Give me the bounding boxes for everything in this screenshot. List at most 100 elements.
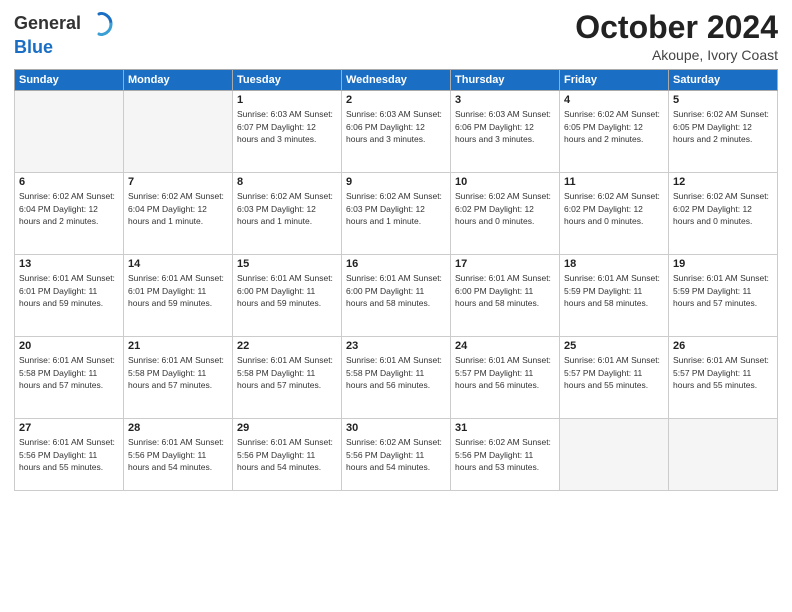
day-info: Sunrise: 6:01 AM Sunset: 5:59 PM Dayligh… [673,272,773,309]
day-number: 20 [19,340,119,352]
table-row: 20Sunrise: 6:01 AM Sunset: 5:58 PM Dayli… [15,337,124,419]
day-number: 13 [19,258,119,270]
table-row [15,91,124,173]
table-row: 25 Sunrise: 6:01 AM Sunset: 5:57 PM Dayli… [560,337,669,419]
header: General Blue October 2024 Akoupe, Ivory … [14,10,778,63]
day-info: Sunrise: 6:02 AM Sunset: 6:04 PM Dayligh… [128,190,228,227]
table-row: 8Sunrise: 6:02 AM Sunset: 6:03 PM Daylig… [233,173,342,255]
table-row: 2 Sunrise: 6:03 AM Sunset: 6:06 PM Daylig… [342,91,451,173]
table-row: 4 Sunrise: 6:02 AM Sunset: 6:05 PM Daylig… [560,91,669,173]
page: General Blue October 2024 Akoupe, Ivory … [0,0,792,612]
month-title: October 2024 [575,10,778,45]
day-info: Sunrise: 6:03 AM Sunset: 6:06 PM Dayligh… [455,108,555,145]
table-row: 19 Sunrise: 6:01 AM Sunset: 5:59 PM Dayli… [669,255,778,337]
day-info: Sunrise: 6:01 AM Sunset: 5:58 PM Dayligh… [128,354,228,391]
day-number: 12 [673,176,773,188]
logo-icon [85,10,113,38]
table-row: 23 Sunrise: 6:01 AM Sunset: 5:58 PM Dayli… [342,337,451,419]
table-row [124,91,233,173]
day-info: Sunrise: 6:01 AM Sunset: 5:56 PM Dayligh… [128,436,228,473]
day-info: Sunrise: 6:02 AM Sunset: 6:03 PM Dayligh… [346,190,446,227]
day-number: 9 [346,176,446,188]
day-info: Sunrise: 6:01 AM Sunset: 6:01 PM Dayligh… [19,272,119,309]
table-row: 18 Sunrise: 6:01 AM Sunset: 5:59 PM Dayli… [560,255,669,337]
day-number: 8 [237,176,337,188]
day-info: Sunrise: 6:01 AM Sunset: 5:57 PM Dayligh… [564,354,664,391]
header-monday: Monday [124,70,233,91]
table-row: 3 Sunrise: 6:03 AM Sunset: 6:06 PM Daylig… [451,91,560,173]
header-friday: Friday [560,70,669,91]
table-row: 14Sunrise: 6:01 AM Sunset: 6:01 PM Dayli… [124,255,233,337]
table-row [669,419,778,491]
day-info: Sunrise: 6:03 AM Sunset: 6:06 PM Dayligh… [346,108,446,145]
day-number: 3 [455,94,555,106]
table-row: 27 Sunrise: 6:01 AM Sunset: 5:56 PM Dayli… [15,419,124,491]
table-row: 29 Sunrise: 6:01 AM Sunset: 5:56 PM Dayli… [233,419,342,491]
header-tuesday: Tuesday [233,70,342,91]
day-number: 4 [564,94,664,106]
table-row: 26Sunrise: 6:01 AM Sunset: 5:57 PM Dayli… [669,337,778,419]
location-subtitle: Akoupe, Ivory Coast [575,47,778,63]
day-info: Sunrise: 6:01 AM Sunset: 5:57 PM Dayligh… [455,354,555,391]
table-row: 13 Sunrise: 6:01 AM Sunset: 6:01 PM Dayli… [15,255,124,337]
day-number: 28 [128,422,228,434]
day-number: 27 [19,422,119,434]
day-number: 22 [237,340,337,352]
day-number: 18 [564,258,664,270]
table-row: 9 Sunrise: 6:02 AM Sunset: 6:03 PM Daylig… [342,173,451,255]
table-row: 17Sunrise: 6:01 AM Sunset: 6:00 PM Dayli… [451,255,560,337]
table-row: 16 Sunrise: 6:01 AM Sunset: 6:00 PM Dayli… [342,255,451,337]
day-info: Sunrise: 6:01 AM Sunset: 5:58 PM Dayligh… [346,354,446,391]
day-info: Sunrise: 6:02 AM Sunset: 6:02 PM Dayligh… [564,190,664,227]
day-info: Sunrise: 6:01 AM Sunset: 5:58 PM Dayligh… [237,354,337,391]
table-row: 5 Sunrise: 6:02 AM Sunset: 6:05 PM Daylig… [669,91,778,173]
table-row: 24 Sunrise: 6:01 AM Sunset: 5:57 PM Dayli… [451,337,560,419]
day-number: 6 [19,176,119,188]
weekday-header-row: Sunday Monday Tuesday Wednesday Thursday… [15,70,778,91]
day-number: 30 [346,422,446,434]
day-number: 31 [455,422,555,434]
day-number: 25 [564,340,664,352]
day-info: Sunrise: 6:03 AM Sunset: 6:07 PM Dayligh… [237,108,337,145]
day-info: Sunrise: 6:02 AM Sunset: 6:02 PM Dayligh… [673,190,773,227]
day-info: Sunrise: 6:02 AM Sunset: 6:05 PM Dayligh… [564,108,664,145]
logo-general: General [14,14,81,34]
table-row: 7 Sunrise: 6:02 AM Sunset: 6:04 PM Daylig… [124,173,233,255]
table-row: 12 Sunrise: 6:02 AM Sunset: 6:02 PM Dayli… [669,173,778,255]
day-info: Sunrise: 6:01 AM Sunset: 6:00 PM Dayligh… [346,272,446,309]
day-number: 23 [346,340,446,352]
day-info: Sunrise: 6:01 AM Sunset: 5:56 PM Dayligh… [19,436,119,473]
day-info: Sunrise: 6:01 AM Sunset: 6:00 PM Dayligh… [237,272,337,309]
logo-blue: Blue [14,37,53,57]
day-info: Sunrise: 6:01 AM Sunset: 5:56 PM Dayligh… [237,436,337,473]
day-number: 7 [128,176,228,188]
day-number: 15 [237,258,337,270]
table-row: 21 Sunrise: 6:01 AM Sunset: 5:58 PM Dayli… [124,337,233,419]
day-number: 2 [346,94,446,106]
day-number: 11 [564,176,664,188]
table-row: 6Sunrise: 6:02 AM Sunset: 6:04 PM Daylig… [15,173,124,255]
header-thursday: Thursday [451,70,560,91]
day-number: 5 [673,94,773,106]
day-number: 17 [455,258,555,270]
day-info: Sunrise: 6:01 AM Sunset: 6:01 PM Dayligh… [128,272,228,309]
header-wednesday: Wednesday [342,70,451,91]
logo: General Blue [14,10,113,58]
day-number: 29 [237,422,337,434]
title-area: October 2024 Akoupe, Ivory Coast [575,10,778,63]
table-row: 15 Sunrise: 6:01 AM Sunset: 6:00 PM Dayli… [233,255,342,337]
table-row: 1Sunrise: 6:03 AM Sunset: 6:07 PM Daylig… [233,91,342,173]
day-number: 19 [673,258,773,270]
day-number: 26 [673,340,773,352]
calendar-table: Sunday Monday Tuesday Wednesday Thursday… [14,69,778,491]
day-info: Sunrise: 6:01 AM Sunset: 5:59 PM Dayligh… [564,272,664,309]
table-row: 31Sunrise: 6:02 AM Sunset: 5:56 PM Dayli… [451,419,560,491]
day-info: Sunrise: 6:02 AM Sunset: 6:05 PM Dayligh… [673,108,773,145]
day-info: Sunrise: 6:02 AM Sunset: 5:56 PM Dayligh… [346,436,446,473]
table-row: 30 Sunrise: 6:02 AM Sunset: 5:56 PM Dayli… [342,419,451,491]
day-number: 21 [128,340,228,352]
day-number: 24 [455,340,555,352]
header-saturday: Saturday [669,70,778,91]
day-number: 16 [346,258,446,270]
table-row: 10Sunrise: 6:02 AM Sunset: 6:02 PM Dayli… [451,173,560,255]
